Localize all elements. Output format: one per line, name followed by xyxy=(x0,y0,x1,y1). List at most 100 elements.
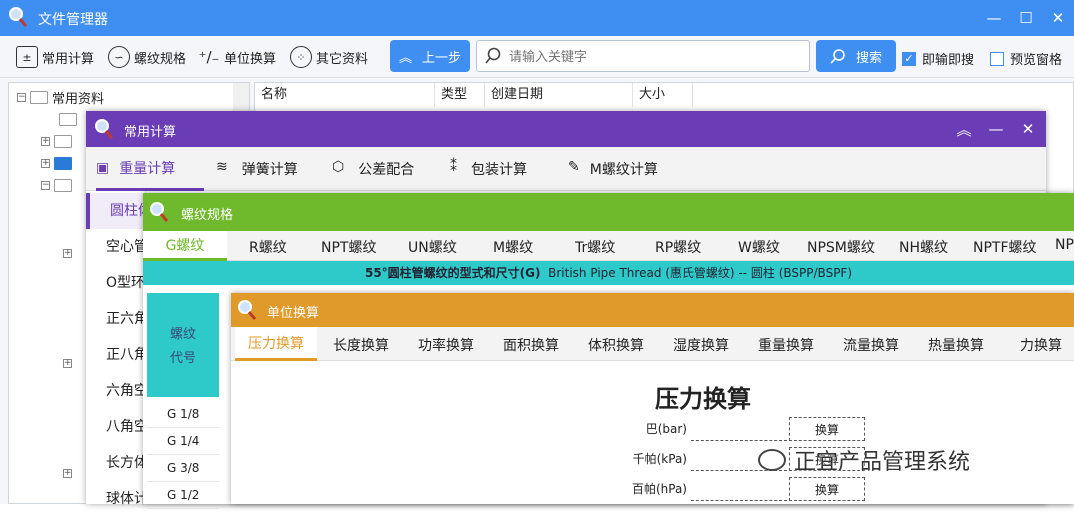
magnifier-app-icon xyxy=(95,119,114,139)
close-icon[interactable]: ✕ xyxy=(1042,0,1074,36)
tree-item[interactable]: − xyxy=(41,175,72,195)
tree-item-root[interactable]: − 常用资料 xyxy=(17,87,104,107)
tab-spring[interactable]: ≋ 弹簧计算 xyxy=(216,159,298,179)
tab-npsm-thread[interactable]: NPSM螺纹 xyxy=(807,237,875,257)
tab-area[interactable]: 面积换算 xyxy=(503,335,559,355)
toolbar-button-unit[interactable]: ⁺∕₋ 单位换算 xyxy=(198,44,276,70)
column-header-date[interactable]: 创建日期 xyxy=(485,83,633,107)
tab-tolerance[interactable]: ⬡ 公差配合 xyxy=(332,159,414,179)
bar-field-row: 巴(bar) 换算 xyxy=(605,417,865,441)
tree-item[interactable]: + xyxy=(41,153,72,173)
expand-icon[interactable]: + xyxy=(41,158,50,168)
collapse-icon[interactable]: − xyxy=(41,180,50,190)
watermark-text: 正宜产品管理系统 xyxy=(794,450,971,475)
hpa-input[interactable] xyxy=(691,481,787,501)
search-button[interactable]: 搜索 xyxy=(816,40,896,72)
search-box[interactable] xyxy=(476,40,810,72)
tree-item[interactable] xyxy=(59,109,77,129)
toolbar-label: 其它资料 xyxy=(316,51,369,67)
toolbar-label: 常用计算 xyxy=(42,51,95,67)
tab-flow[interactable]: 流量换算 xyxy=(843,335,899,355)
magnifier-app-icon xyxy=(9,7,28,27)
expand-icon[interactable]: + xyxy=(63,358,72,368)
preview-pane-checkbox[interactable]: 预览窗格 xyxy=(990,49,1062,68)
instant-search-checkbox[interactable]: ✓ 即输即搜 xyxy=(902,49,974,68)
side-item[interactable]: 长方体 xyxy=(86,445,146,481)
maximize-icon[interactable]: ☐ xyxy=(1010,0,1042,36)
tree-item[interactable]: + xyxy=(63,463,72,483)
side-item[interactable]: 正六角 xyxy=(86,301,146,337)
tab-heat[interactable]: 热量换算 xyxy=(928,335,984,355)
tab-weight[interactable]: ▣ 重量计算 xyxy=(96,147,204,191)
plus-minus-icon: ⁺∕₋ xyxy=(198,48,220,66)
expand-icon[interactable]: + xyxy=(63,468,72,478)
tab-nptf-thread[interactable]: NPTF螺纹 xyxy=(973,237,1037,257)
tab-label: 重量计算 xyxy=(119,160,176,177)
tab-force[interactable]: 力换算 xyxy=(1020,335,1062,355)
tree-item[interactable]: + xyxy=(63,353,72,373)
tab-r-thread[interactable]: R螺纹 xyxy=(249,237,287,257)
table-row[interactable]: G 1/2 xyxy=(147,482,219,509)
side-item[interactable]: 正八角 xyxy=(86,337,146,373)
tab-humidity[interactable]: 湿度换算 xyxy=(673,335,729,355)
collapse-icon[interactable]: − xyxy=(17,92,26,102)
tree-item[interactable]: + xyxy=(41,131,72,151)
tab-volume[interactable]: 体积换算 xyxy=(588,335,644,355)
tab-g-thread[interactable]: G螺纹 xyxy=(143,231,227,261)
convert-button[interactable]: 换算 xyxy=(789,417,865,441)
tree-item[interactable]: + xyxy=(63,243,72,263)
screw-icon: ✎ xyxy=(568,159,580,175)
minimize-icon[interactable]: — xyxy=(980,111,1012,147)
tab-rp-thread[interactable]: RP螺纹 xyxy=(655,237,701,257)
toolbar-button-thread[interactable]: ∽ 螺纹规格 xyxy=(108,44,186,70)
table-row[interactable]: G 3/8 xyxy=(147,455,219,482)
toolbar-button-other[interactable]: ⁘ 其它资料 xyxy=(290,44,368,70)
close-icon[interactable]: ✕ xyxy=(1012,111,1044,147)
side-item[interactable]: 圆柱体 xyxy=(86,193,146,229)
side-item[interactable]: 空心管 xyxy=(86,229,146,265)
tab-pressure[interactable]: 压力换算 xyxy=(235,327,317,361)
search-input[interactable] xyxy=(509,47,799,67)
tab-nh-thread[interactable]: NH螺纹 xyxy=(899,237,948,257)
checkbox-label: 即输即搜 xyxy=(922,53,975,68)
tab-un-thread[interactable]: UN螺纹 xyxy=(408,237,457,257)
side-item[interactable]: 八角空 xyxy=(86,409,146,445)
unit-tabs: 压力换算 长度换算 功率换算 面积换算 体积换算 湿度换算 重量换算 流量换算 … xyxy=(231,327,1074,361)
column-header-name[interactable]: 名称 xyxy=(255,83,435,107)
back-label: 上一步 xyxy=(422,50,462,66)
tab-weight[interactable]: 重量换算 xyxy=(758,335,814,355)
tab-m-thread[interactable]: ✎ M螺纹计算 xyxy=(568,159,658,179)
table-row[interactable]: G 1/8 xyxy=(147,401,219,428)
tab-label: 包装计算 xyxy=(471,162,527,178)
minimize-icon[interactable]: — xyxy=(978,0,1010,36)
magnifier-app-icon xyxy=(238,300,257,320)
tab-length[interactable]: 长度换算 xyxy=(333,335,389,355)
checkbox-label: 预览窗格 xyxy=(1010,53,1063,68)
tab-tr-thread[interactable]: Tr螺纹 xyxy=(575,237,615,257)
convert-button[interactable]: 换算 xyxy=(789,477,865,501)
tab-npt-thread[interactable]: NPT螺纹 xyxy=(321,237,376,257)
tab-packaging[interactable]: ⁑ 包装计算 xyxy=(450,159,527,179)
unit-title: 单位换算 xyxy=(267,306,320,321)
tab-m-thread[interactable]: M螺纹 xyxy=(493,237,533,257)
search-icon xyxy=(830,49,845,64)
expand-icon[interactable]: + xyxy=(63,248,72,258)
collapse-up-icon[interactable]: ︽ xyxy=(948,111,980,147)
back-button[interactable]: ︽ 上一步 xyxy=(390,40,470,72)
tab-power[interactable]: 功率换算 xyxy=(418,335,474,355)
thread-tabs: G螺纹 R螺纹 NPT螺纹 UN螺纹 M螺纹 Tr螺纹 RP螺纹 W螺纹 NPS… xyxy=(143,231,1074,261)
table-row[interactable]: G 1/4 xyxy=(147,428,219,455)
bar-input[interactable] xyxy=(691,421,787,441)
unit-title-bar: 单位换算 xyxy=(231,293,1074,327)
expand-icon[interactable]: + xyxy=(41,136,50,146)
tab-w-thread[interactable]: W螺纹 xyxy=(738,237,780,257)
calc-sidebar: 圆柱体 空心管 O型环 正六角 正八角 六角空 八角空 长方体 球体计 xyxy=(86,191,146,507)
side-item[interactable]: 球体计 xyxy=(86,481,146,517)
column-header-size[interactable]: 大小 xyxy=(633,83,693,107)
tab-np-thread[interactable]: NP xyxy=(1055,237,1074,253)
toolbar-label: 螺纹规格 xyxy=(134,51,187,67)
side-item[interactable]: 六角空 xyxy=(86,373,146,409)
column-header-type[interactable]: 类型 xyxy=(435,83,485,107)
side-item[interactable]: O型环 xyxy=(86,265,146,301)
toolbar-button-calc[interactable]: ± 常用计算 xyxy=(16,44,94,70)
